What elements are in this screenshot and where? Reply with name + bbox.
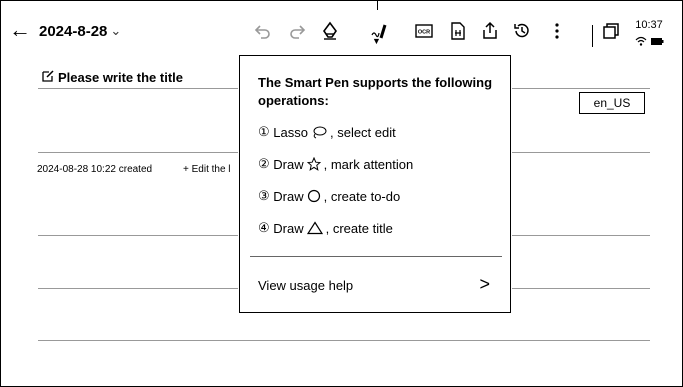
triangle-icon [306,221,323,235]
title-placeholder: Please write the title [58,70,183,85]
battery-icon [650,33,664,51]
ruled-line [38,235,238,236]
back-arrow-icon[interactable]: ← [9,19,31,43]
date-selector[interactable]: 2024-8-28 ⌄ [39,19,121,43]
window-icon[interactable] [599,19,623,43]
undo-icon[interactable] [251,19,275,43]
op-desc: , select edit [329,124,396,140]
op-verb: Draw [273,188,304,204]
ruled-line [512,235,650,236]
ruled-line [512,288,650,289]
op-verb: Draw [273,156,304,172]
status-area: 10:37 [629,19,669,47]
wifi-icon [635,33,647,51]
op-desc: , create to-do [323,188,401,204]
ocr-icon[interactable]: OCR [412,19,436,43]
op-number: ② [258,156,270,171]
history-icon[interactable] [510,19,534,43]
popup-heading: The Smart Pen supports the following ope… [258,75,493,108]
op-verb: Draw [273,220,304,236]
share-icon[interactable] [478,19,502,43]
redo-icon[interactable] [285,19,309,43]
title-underline-right [512,88,650,89]
top-toolbar: ← 2024-8-28 ⌄ OCR 10:37 [1,9,682,53]
circle-icon [307,189,320,203]
ruled-line [512,152,650,153]
more-icon[interactable] [545,19,569,43]
created-timestamp: 2024-08-28 10:22 created [37,164,153,175]
svg-text:OCR: OCR [418,30,430,36]
toolbar-divider [592,25,593,47]
caret-down-icon: ▼ [372,36,381,46]
popup-divider [250,256,502,257]
operation-circle: ③ Draw , create to-do [258,188,400,204]
title-underline [38,88,238,89]
op-number: ④ [258,220,270,235]
eraser-icon[interactable] [318,19,342,43]
ruled-line [38,152,238,153]
edit-title-icon [42,70,56,85]
view-usage-help-link[interactable]: View usage help [258,278,353,293]
operation-triangle: ④ Draw , create title [258,220,393,236]
language-selector[interactable]: en_US [579,92,645,114]
op-verb: Lasso [273,124,308,140]
operation-star: ② Draw , mark attention [258,156,413,172]
ruled-line [38,340,650,341]
ruled-line [38,288,238,289]
op-desc: , mark attention [323,156,414,172]
op-number: ① [258,124,270,139]
smart-pen-popup: The Smart Pen supports the following ope… [239,55,511,313]
op-number: ③ [258,188,270,203]
star-icon [306,157,321,171]
date-label: 2024-8-28 [39,22,108,40]
note-title[interactable]: Please write the title [42,70,183,85]
edit-link[interactable]: + Edit the l [183,164,231,175]
clock: 10:37 [635,19,663,31]
chevron-down-icon: ⌄ [110,23,122,38]
op-desc: , create title [325,220,393,236]
pen-indicator-line [377,0,378,10]
lasso-icon [313,126,327,139]
operation-lasso: ① Lasso , select edit [258,124,396,140]
layout-icon[interactable] [446,19,470,43]
chevron-right-icon[interactable]: > [479,274,490,295]
